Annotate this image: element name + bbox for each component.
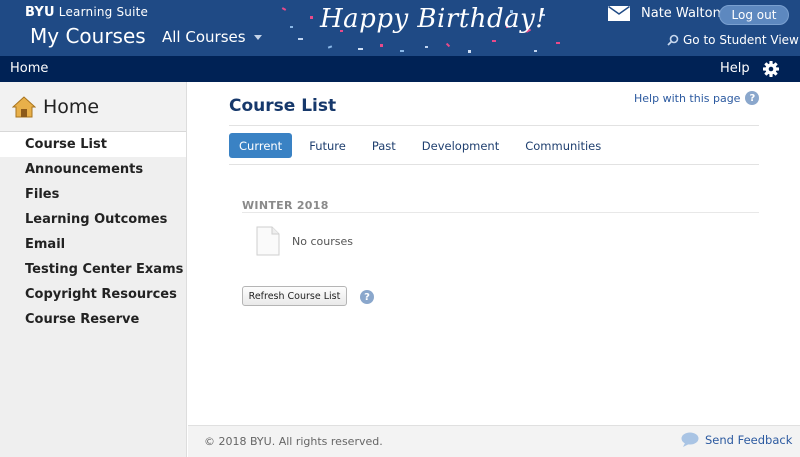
empty-state-text: No courses [292,235,353,248]
divider [229,164,759,165]
brand-rest: Learning Suite [58,5,149,19]
sidebar-item-email[interactable]: Email [0,232,186,257]
tab-current[interactable]: Current [229,133,293,158]
course-selector-label: All Courses [162,28,246,46]
send-feedback-link[interactable]: Send Feedback [681,432,792,447]
brand-strong: BYU [25,5,55,20]
nav-help-link[interactable]: Help [720,61,750,76]
brand-logo: BYU Learning Suite [25,5,148,20]
chat-bubble-icon [681,432,699,447]
user-name[interactable]: Nate Walton [641,6,721,21]
send-feedback-label: Send Feedback [705,432,793,447]
app-title: My Courses [30,24,146,48]
sidebar-item-files[interactable]: Files [0,182,186,207]
sidebar-item-course-reserve[interactable]: Course Reserve [0,307,186,332]
footer: © 2018 BYU. All rights reserved. Send Fe… [188,425,800,457]
sidebar-header: Home [0,82,186,132]
help-icon: ? [745,91,760,105]
divider [242,212,759,213]
refresh-course-list-button[interactable]: Refresh Course List [242,286,347,306]
help-with-page-label: Help with this page [634,91,741,105]
house-icon [12,95,36,117]
top-banner: BYU Learning Suite My Courses All Courses… [0,0,800,56]
sidebar-item-learning-outcomes[interactable]: Learning Outcomes [0,207,186,232]
sidebar-item-copyright-resources[interactable]: Copyright Resources [0,282,186,307]
tab-future[interactable]: Future [296,133,359,158]
sidebar-item-announcements[interactable]: Announcements [0,157,186,182]
nav-bar: Home Help [0,56,800,82]
birthday-banner: Happy Birthday! [320,4,547,34]
document-icon [256,226,280,256]
student-view-link[interactable]: Go to Student View [667,33,799,47]
nav-home-link[interactable]: Home [10,61,48,76]
main-content: Course List Help with this page ? Curren… [188,82,800,425]
tab-communities[interactable]: Communities [512,133,614,158]
copyright-text: © 2018 BYU. All rights reserved. [204,435,383,448]
sidebar-item-testing-center-exams[interactable]: Testing Center Exams [0,257,186,282]
sidebar-item-course-list[interactable]: Course List [0,132,186,157]
sidebar: Home Course List Announcements Files Lea… [0,82,187,457]
tab-development[interactable]: Development [409,133,512,158]
gear-icon[interactable] [762,60,780,78]
sidebar-heading: Home [43,95,100,118]
chevron-down-icon [253,35,262,40]
divider [229,125,759,126]
term-heading: WINTER 2018 [242,199,329,212]
course-tabs: Current Future Past Development Communit… [229,133,614,158]
logout-button[interactable]: Log out [719,5,789,25]
mail-icon[interactable] [608,6,630,21]
page-title: Course List [229,96,337,116]
help-icon[interactable]: ? [360,290,374,304]
tab-past[interactable]: Past [359,133,409,158]
student-view-label: Go to Student View [683,33,799,47]
course-selector-dropdown[interactable]: All Courses [162,28,262,46]
help-with-page-link[interactable]: Help with this page ? [634,91,760,105]
search-icon [667,34,679,46]
